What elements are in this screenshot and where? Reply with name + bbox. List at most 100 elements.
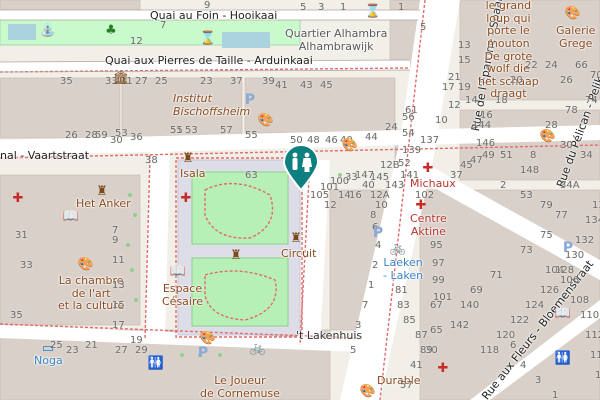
house-number: 70 — [590, 70, 600, 81]
place-label-laeken: Laeken - Laken — [383, 256, 424, 282]
house-number: 126 — [540, 285, 560, 296]
house-number: 33 — [20, 260, 33, 271]
house-number: 95 — [430, 240, 443, 251]
house-number: 89 — [420, 345, 433, 356]
house-number: 12 — [324, 200, 337, 211]
house-number: 99 — [432, 275, 445, 286]
fountain-icon[interactable]: ⛲ — [40, 22, 56, 38]
toilets-icon[interactable] — [282, 145, 320, 191]
playground-icon[interactable]: ♣ — [103, 22, 119, 38]
house-number: 26 — [65, 130, 78, 141]
house-number: 17 — [442, 82, 455, 93]
pharmacy-icon[interactable]: ✚ — [10, 190, 26, 206]
house-number: 137 — [420, 135, 440, 146]
artwork-icon[interactable]: 🎨 — [540, 128, 556, 144]
house-number: 53 — [520, 190, 533, 201]
place-label-alhambra: Quartier Alhambra Alhambrawijk — [285, 27, 388, 53]
bus-icon[interactable]: ▭ — [40, 340, 56, 356]
artwork-icon[interactable]: 🎨 — [78, 256, 94, 272]
house-number: 55 — [245, 130, 258, 141]
artwork-icon[interactable]: 🎨 — [565, 5, 581, 21]
house-number: 10 — [375, 200, 388, 211]
pharmacy-icon[interactable]: ✚ — [178, 190, 194, 206]
house-number: 128 — [555, 265, 575, 276]
library-icon[interactable]: 📖 — [170, 263, 186, 279]
house-number: 56 — [402, 112, 415, 123]
artwork-icon[interactable]: 🎨 — [342, 137, 358, 153]
house-number: 3 — [535, 375, 542, 386]
pharmacy-icon[interactable]: ✚ — [413, 197, 429, 213]
house-number: 5 — [350, 345, 357, 356]
house-number: 77 — [555, 210, 568, 221]
house-number: 105 — [310, 190, 330, 201]
house-number: 8 — [530, 150, 537, 161]
library-icon[interactable]: 📖 — [555, 305, 571, 321]
library-icon[interactable]: 📖 — [63, 208, 79, 224]
house-number: 4 — [520, 360, 527, 371]
house-number: 14 — [338, 190, 351, 201]
house-number: 57 — [400, 380, 413, 391]
house-number: 118 — [480, 345, 500, 356]
street-label-quai-pierres: Quai aux Pierres de Taille - Arduinkaai — [105, 54, 313, 67]
house-number: 83 — [397, 300, 410, 311]
bicycle-icon[interactable]: 🚲 — [250, 340, 266, 356]
museum-icon[interactable]: 🏛 — [113, 70, 130, 86]
house-number: 140 — [460, 300, 480, 311]
house-number: 142 — [450, 320, 470, 331]
street-label-quai-foin: Quai au Foin - Hooikaai — [150, 9, 278, 22]
place-label-lakenhuis: 't Lakenhuis — [296, 329, 363, 342]
parking-icon[interactable]: P — [242, 92, 258, 108]
toilets-small-icon[interactable]: 🚻 — [148, 355, 164, 371]
house-number: 75 — [540, 230, 553, 241]
house-number: 1 — [398, 2, 405, 13]
theatre-icon[interactable]: ⌛ — [365, 3, 381, 19]
toilets-small-icon[interactable]: 🚻 — [555, 350, 571, 366]
house-number: 134 — [585, 215, 600, 226]
statue-icon[interactable]: ♜ — [288, 230, 304, 246]
house-number: 28 — [85, 130, 98, 141]
statue-icon[interactable]: ♜ — [180, 150, 196, 166]
parking-icon[interactable]: P — [560, 240, 576, 256]
statue-icon[interactable]: ♜ — [228, 247, 244, 263]
house-number: 112 — [585, 330, 600, 341]
house-number: 47 — [470, 155, 483, 166]
house-number: 148 — [520, 165, 540, 176]
house-number: 9 — [204, 0, 211, 11]
house-number: 1 — [340, 2, 347, 13]
house-number: 12 — [448, 100, 461, 111]
house-number: 132 — [575, 235, 595, 246]
house-number: 24 — [545, 60, 558, 71]
house-number: 114 — [590, 350, 600, 361]
artwork-icon[interactable]: 🎨 — [360, 383, 376, 399]
house-number: 146 — [476, 138, 496, 149]
map[interactable]: Quai au Foin - Hooikaai Quai aux Pierres… — [0, 0, 600, 400]
house-number: 116 — [595, 370, 600, 381]
pharmacy-icon[interactable]: ✚ — [435, 360, 451, 376]
place-label-espace: Espace Césaire — [162, 282, 204, 308]
house-number: 22 — [525, 60, 538, 71]
house-number: 110 — [580, 310, 600, 321]
house-number: 37 — [450, 170, 463, 181]
house-number: 24 — [385, 122, 398, 133]
house-number: 37 — [230, 76, 243, 87]
house-number: 38 — [145, 155, 158, 166]
house-number: 3 — [355, 320, 362, 331]
parking-icon[interactable]: P — [195, 345, 211, 361]
house-number: 7 — [362, 300, 369, 311]
house-number: 41 — [410, 360, 423, 371]
house-number: 21 — [85, 340, 98, 351]
place-label-centre-aktine: Centre Aktine — [410, 212, 447, 238]
house-number: 39 — [262, 76, 275, 87]
statue-icon[interactable]: ♜ — [94, 183, 110, 199]
theatre-icon[interactable]: ⌛ — [200, 30, 216, 46]
house-number: 35 — [10, 310, 23, 321]
pharmacy-icon[interactable]: ✚ — [420, 160, 436, 176]
artwork-icon[interactable]: 🎨 — [258, 112, 274, 128]
house-number: 21 — [448, 72, 461, 83]
parking-icon[interactable]: P — [370, 225, 386, 241]
bicycle-icon[interactable]: 🚲 — [390, 240, 406, 256]
house-number: 27 — [115, 345, 128, 356]
artwork-icon[interactable]: 🎨 — [200, 330, 216, 346]
house-number: 57 — [220, 125, 233, 136]
house-number: 144 — [472, 120, 492, 131]
